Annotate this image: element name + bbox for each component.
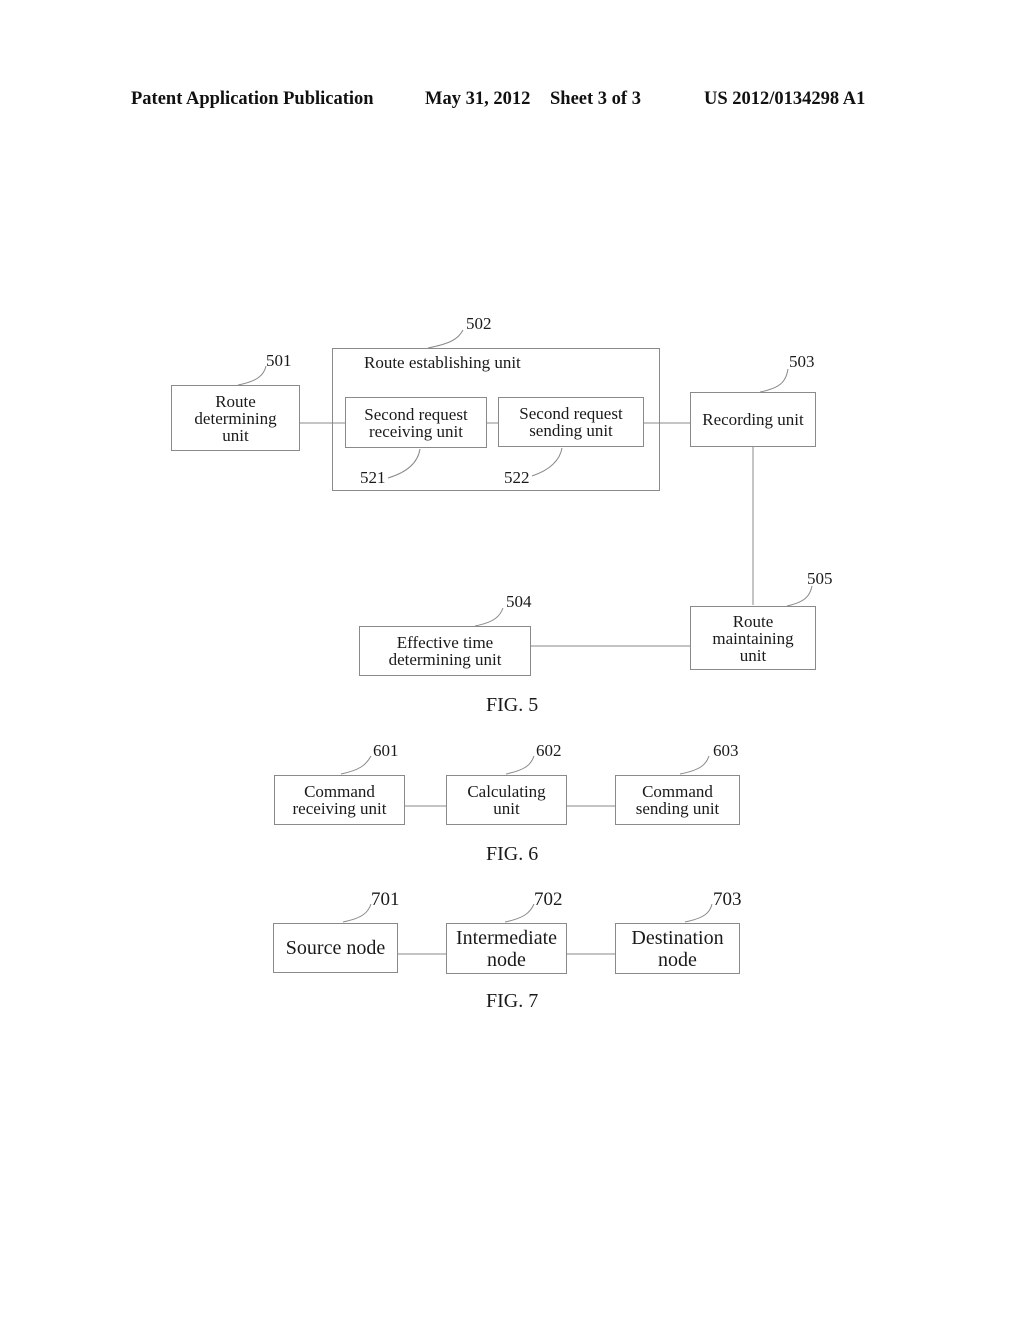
- effective-time-determining-unit-label: Effective time determining unit: [388, 633, 502, 669]
- leader-702: [504, 903, 535, 923]
- route-maintaining-unit-label: Route maintaining unit: [712, 611, 794, 665]
- recording-unit-label: Recording unit: [702, 410, 804, 429]
- command-receiving-unit-label: Command receiving unit: [292, 782, 387, 818]
- route-establishing-unit-label: Route establishing unit: [364, 353, 521, 372]
- second-request-sending-unit-label: Second request sending unit: [519, 404, 623, 440]
- ref-603: 603: [713, 741, 739, 760]
- leader-603: [679, 755, 710, 775]
- second-request-receiving-unit-box: Second request receiving unit: [345, 397, 487, 448]
- ref-501: 501: [266, 351, 292, 370]
- leader-505: [786, 585, 813, 607]
- ref-702: 702: [534, 889, 563, 910]
- patent-number: US 2012/0134298 A1: [704, 89, 866, 109]
- leader-503: [759, 368, 789, 393]
- recording-unit-box: Recording unit: [690, 392, 816, 447]
- intermediate-node-box: Intermediate node: [446, 923, 567, 974]
- leader-701: [342, 903, 372, 923]
- fig7-caption: FIG. 7: [486, 990, 539, 1012]
- effective-time-determining-unit-box: Effective time determining unit: [359, 626, 531, 676]
- leader-502: [427, 329, 464, 349]
- ref-522: 522: [504, 468, 530, 487]
- ref-701: 701: [371, 889, 400, 910]
- calculating-unit-box: Calculating unit: [446, 775, 567, 825]
- leader-501: [237, 365, 267, 386]
- calculating-unit-label: Calculating unit: [467, 782, 546, 818]
- ref-504: 504: [506, 592, 532, 611]
- second-request-receiving-unit-label: Second request receiving unit: [364, 404, 468, 441]
- fig6-caption: FIG. 6: [486, 843, 539, 865]
- ref-602: 602: [536, 741, 562, 760]
- route-maintaining-unit-box: Route maintaining unit: [690, 606, 816, 670]
- ref-703: 703: [713, 889, 742, 910]
- route-determining-unit-label: Route determining unit: [194, 391, 277, 445]
- command-receiving-unit-box: Command receiving unit: [274, 775, 405, 825]
- source-node-label: Source node: [285, 937, 386, 959]
- leader-504: [474, 607, 504, 627]
- ref-502: 502: [466, 314, 492, 333]
- intermediate-node-label: Intermediate node: [455, 926, 558, 971]
- leader-602: [505, 755, 535, 775]
- ref-505: 505: [807, 569, 833, 588]
- command-sending-unit-label: Command sending unit: [635, 782, 720, 818]
- destination-node-label: Destination node: [631, 926, 724, 971]
- sheet-number: Sheet 3 of 3: [550, 89, 641, 109]
- destination-node-box: Destination node: [615, 923, 740, 974]
- leader-703: [684, 903, 713, 923]
- publication-date: May 31, 2012: [425, 89, 531, 109]
- source-node-box: Source node: [273, 923, 398, 973]
- command-sending-unit-box: Command sending unit: [615, 775, 740, 825]
- ref-503: 503: [789, 352, 815, 371]
- publication-type: Patent Application Publication: [131, 89, 374, 109]
- route-determining-unit-box: Route determining unit: [171, 385, 300, 451]
- ref-521: 521: [360, 468, 386, 487]
- leader-601: [340, 755, 372, 775]
- fig5-caption: FIG. 5: [486, 694, 539, 716]
- ref-601: 601: [373, 741, 399, 760]
- second-request-sending-unit-box: Second request sending unit: [498, 397, 644, 447]
